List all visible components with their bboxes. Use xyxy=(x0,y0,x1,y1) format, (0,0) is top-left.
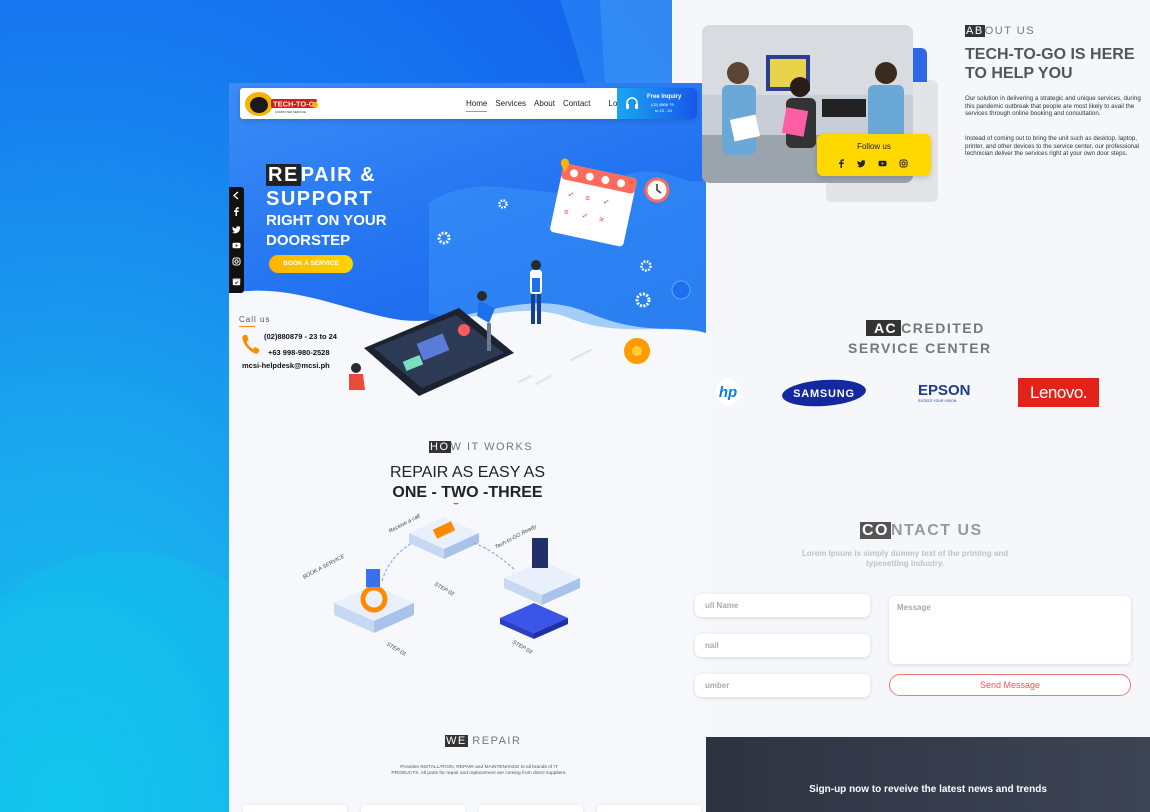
social-rail xyxy=(229,187,244,293)
we-repair-tag: WE REPAIR xyxy=(445,735,521,747)
how-title-line2: ONE - TWO -THREE xyxy=(392,484,543,501)
about-paragraph-1: Our solution in delivering a strategic a… xyxy=(965,95,1141,118)
how-tag-highlight: HO xyxy=(429,441,451,453)
tech-to-go-logo[interactable]: TECH-TO-GO COMPUTER SERVICE xyxy=(243,91,323,117)
nav-links: Home Services About Contact Login xyxy=(466,88,628,119)
contact-subtitle: Lorem Ipsum is simply dummy text of the … xyxy=(801,549,1009,568)
repair-card[interactable] xyxy=(361,805,465,812)
step-label-02: STEP 02 xyxy=(433,582,455,598)
chevron-left-icon[interactable] xyxy=(232,191,241,200)
about-paragraph-2: Instead of coming out to bring the unit … xyxy=(965,135,1140,158)
about-us-tag: ABOUT US xyxy=(965,25,1035,37)
youtube-icon[interactable] xyxy=(232,241,241,250)
send-message-button[interactable]: Send Message xyxy=(889,674,1131,696)
number-field[interactable]: umber xyxy=(695,674,870,697)
inquiry-phone: (02) 8808 79 xyxy=(651,102,674,107)
repair-card[interactable] xyxy=(243,805,347,812)
twitter-icon[interactable] xyxy=(857,159,866,168)
inquiry-hours: to 23 - 24 xyxy=(655,108,672,113)
accredited-line2: SERVICE CENTER xyxy=(848,340,992,356)
epson-wordmark: EPSON xyxy=(918,382,971,399)
newsletter-footer: Sign-up now to reveive the latest news a… xyxy=(706,737,1150,812)
how-it-works-tag: HOW IT WORKS xyxy=(429,441,533,453)
about-title: TECH-TO-GO IS HERE TO HELP YOU xyxy=(965,46,1135,82)
repair-cards xyxy=(243,805,701,812)
contact-us-heading: CO NTACT US xyxy=(860,522,983,540)
inquiry-title: Free Inquiry xyxy=(647,94,682,100)
accredited-tag-rest: CREDITED xyxy=(901,320,985,336)
step-label-01: STEP 01 xyxy=(385,642,407,658)
instagram-icon[interactable] xyxy=(899,159,908,168)
nav-home[interactable]: Home xyxy=(466,99,488,112)
how-tag-rest: W IT WORKS xyxy=(450,441,534,453)
youtube-icon[interactable] xyxy=(878,159,887,168)
facebook-icon[interactable] xyxy=(232,207,241,216)
twitter-icon[interactable] xyxy=(232,225,241,234)
follow-us-label: Follow us xyxy=(857,142,891,151)
phone-mobile[interactable]: +63 998-980-2528 xyxy=(268,348,330,357)
phone-landline[interactable]: (02)880879 - 23 to 24 xyxy=(264,332,337,341)
step-label-03: STEP 03 xyxy=(511,640,534,657)
headphones-icon xyxy=(626,97,638,109)
hp-wordmark: hp xyxy=(719,384,737,401)
about-tag-highlight: AB xyxy=(965,25,985,37)
hp-logo: hp xyxy=(715,379,741,405)
support-email[interactable]: mcsi-helpdesk@mcsi.ph xyxy=(242,361,330,370)
how-it-works-title: REPAIR AS EASY AS ONE - TWO -THREE xyxy=(229,463,706,503)
step-label-ready: Tech-to-GO Ready xyxy=(494,523,538,550)
samsung-wordmark: SAMSUNG xyxy=(793,388,855,400)
phone-icon xyxy=(242,335,259,354)
we-tag-rest: REPAIR xyxy=(467,735,522,747)
step-label-book: BOOK A SERVICE xyxy=(302,554,346,581)
svg-text:COMPUTER SERVICE: COMPUTER SERVICE xyxy=(275,110,306,114)
contact-tag-rest: NTACT US xyxy=(891,522,983,539)
call-us-label: Call us xyxy=(239,315,271,327)
accredited-heading: AC CREDITED SERVICE CENTER xyxy=(848,318,992,358)
nav-about[interactable]: About xyxy=(534,99,555,108)
epson-tagline: EXCEED YOUR VISION xyxy=(918,399,957,403)
contact-tag-highlight: CO xyxy=(860,522,891,539)
how-title-line1: REPAIR AS EASY AS xyxy=(389,464,546,481)
hero-title-highlight: RE xyxy=(266,164,301,186)
email-field[interactable]: nail xyxy=(695,634,870,657)
repair-card[interactable] xyxy=(479,805,583,812)
full-name-field[interactable]: ull Name xyxy=(695,594,870,617)
epson-logo: EPSON EXCEED YOUR VISION xyxy=(918,382,971,403)
lenovo-logo: Lenovo. xyxy=(1018,378,1099,407)
message-field[interactable]: Message xyxy=(889,596,1131,664)
steps-illustration: BOOK A SERVICE Receive a call Tech-to-GO… xyxy=(302,503,580,658)
hero-illustration: ✓ ≡ ✓≡ ✓ ≡ xyxy=(349,158,691,396)
signup-text: Sign-up now to reveive the latest news a… xyxy=(809,784,1047,795)
about-tag-rest: OUT US xyxy=(984,25,1036,37)
repair-card[interactable] xyxy=(597,805,701,812)
navbar: TECH-TO-GO COMPUTER SERVICE Home Service… xyxy=(240,88,697,119)
nav-contact[interactable]: Contact xyxy=(563,99,591,108)
we-tag-highlight: WE xyxy=(445,735,468,747)
homepage-mockup: TECH-TO-GO COMPUTER SERVICE Home Service… xyxy=(229,83,706,812)
facebook-icon[interactable] xyxy=(837,159,846,168)
calendar-icon[interactable] xyxy=(232,277,241,286)
follow-us-card: Follow us xyxy=(817,134,931,176)
nav-services[interactable]: Services xyxy=(495,99,526,108)
instagram-icon[interactable] xyxy=(232,257,241,266)
free-inquiry-button[interactable]: Free Inquiry (02) 8808 79 to 23 - 24 xyxy=(617,88,697,119)
samsung-logo: SAMSUNG xyxy=(782,379,866,407)
accredited-tag-highlight: AC xyxy=(865,320,902,336)
we-repair-description: Provides INSTALLATION, REPAIR and MAINTE… xyxy=(391,765,567,776)
